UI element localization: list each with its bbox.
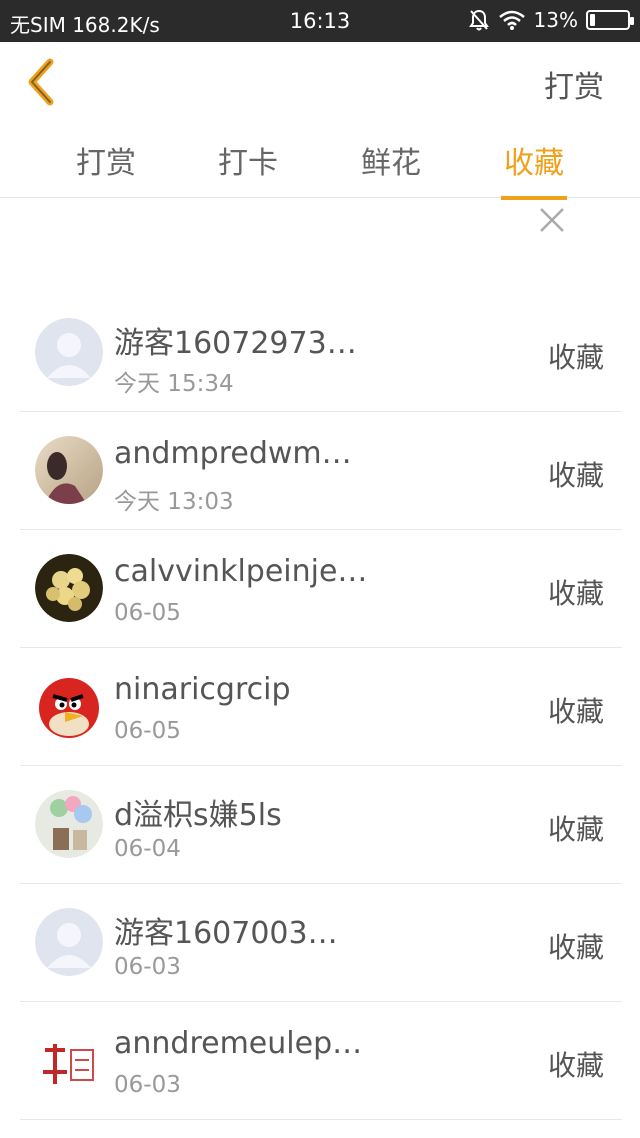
favorite-time: 06-05: [114, 718, 181, 744]
favorite-time: 06-05: [114, 600, 181, 626]
list-item[interactable]: 游客16072973… 今天 15:34 收藏: [20, 294, 622, 412]
list-item[interactable]: anndremeulep… 06-03 收藏: [20, 1002, 622, 1120]
wifi-icon: [498, 10, 525, 30]
user-name: calvvinklpeinje…: [114, 554, 368, 589]
favorites-list: 游客16072973… 今天 15:34 收藏 andmpredwm… 今天 1…: [0, 294, 640, 1120]
tab-flowers[interactable]: 鲜花: [331, 138, 451, 182]
tab-label: 打卡: [218, 146, 278, 181]
tab-label: 鲜花: [361, 146, 421, 181]
list-item[interactable]: ninaricgrcip 06-05 收藏: [20, 648, 622, 766]
list-item[interactable]: andmpredwm… 今天 13:03 收藏: [20, 412, 622, 530]
tab-label: 打赏: [76, 146, 136, 181]
favorite-time: 06-03: [114, 1072, 181, 1098]
status-bar: 无SIM 168.2K/s 16:13 13%: [0, 0, 640, 42]
back-chevron-icon[interactable]: [24, 58, 60, 106]
tab-bar: 打赏 打卡 鲜花 收藏: [0, 128, 640, 200]
favorite-action-label: 收藏: [547, 459, 604, 492]
tab-checkin[interactable]: 打卡: [188, 138, 308, 182]
logo-avatar: [35, 1026, 103, 1094]
user-name: 游客16072973…: [114, 326, 357, 361]
favorite-action-label: 收藏: [547, 341, 604, 374]
battery-icon: [586, 10, 634, 30]
user-name: 游客1607003…: [114, 916, 338, 951]
angry-bird-avatar: [35, 672, 103, 740]
status-icons: 13%: [468, 8, 634, 32]
photo-avatar: [35, 436, 103, 504]
favorite-time: 06-03: [114, 954, 181, 980]
favorite-time: 今天 13:03: [114, 489, 234, 515]
favorite-action-label: 收藏: [547, 931, 604, 964]
list-item[interactable]: 游客1607003… 06-03 收藏: [20, 884, 622, 1002]
favorite-time: 06-04: [114, 836, 181, 862]
favorite-action-label: 收藏: [547, 695, 604, 728]
favorite-action-label: 收藏: [547, 577, 604, 610]
flower-avatar: [35, 554, 103, 622]
reward-button[interactable]: 打赏: [544, 62, 604, 106]
default-avatar: [35, 908, 103, 976]
user-name: anndremeulep…: [114, 1026, 363, 1061]
tab-favorites[interactable]: 收藏: [474, 138, 594, 200]
mute-bell-icon: [468, 9, 489, 31]
tab-reward[interactable]: 打赏: [46, 138, 166, 182]
balloon-avatar: [35, 790, 103, 858]
user-name: andmpredwm…: [114, 436, 352, 471]
favorite-action-label: 收藏: [547, 1049, 604, 1082]
favorite-action-label: 收藏: [547, 813, 604, 846]
favorite-time: 今天 15:34: [114, 371, 234, 397]
battery-percent: 13%: [533, 8, 578, 32]
list-item[interactable]: calvvinklpeinje… 06-05 收藏: [20, 530, 622, 648]
user-name: ninaricgrcip: [114, 672, 291, 707]
close-icon[interactable]: [538, 206, 566, 234]
user-name: d溢枳s嫌5ls: [114, 798, 282, 833]
default-avatar: [35, 318, 103, 386]
active-tab-indicator: [501, 196, 567, 200]
list-item[interactable]: d溢枳s嫌5ls 06-04 收藏: [20, 766, 622, 884]
tab-label: 收藏: [504, 146, 564, 181]
top-bar: 打赏: [0, 42, 640, 122]
battery-fill: [590, 14, 595, 26]
